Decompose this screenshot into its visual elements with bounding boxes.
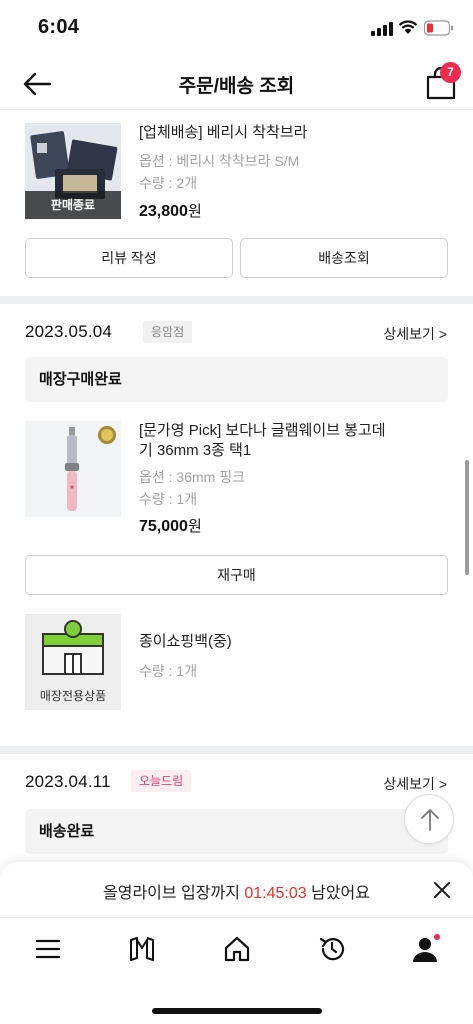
order-detail-link[interactable]: 상세보기 > bbox=[383, 774, 447, 794]
order-date: 2023.05.04 bbox=[25, 322, 113, 341]
product-quantity: 수량 : 1개 bbox=[139, 663, 198, 679]
curling-iron-image-icon bbox=[25, 421, 121, 517]
bottom-navigation bbox=[0, 918, 473, 988]
product-thumbnail[interactable]: 매장전용상품 bbox=[25, 614, 121, 710]
history-icon[interactable] bbox=[317, 934, 347, 964]
sold-out-label: 판매종료 bbox=[25, 191, 121, 219]
cellular-signal-icon bbox=[371, 22, 393, 36]
status-bar: 6:04 bbox=[0, 0, 473, 56]
store-only-label: 매장전용상품 bbox=[25, 682, 121, 710]
product-name[interactable]: [업체배송] 베리시 착착브라 bbox=[139, 123, 439, 143]
countdown-timer: 01:45:03 bbox=[244, 885, 307, 902]
product-thumbnail[interactable]: 판매종료 bbox=[25, 123, 121, 219]
product-thumbnail[interactable] bbox=[25, 421, 121, 517]
section-divider bbox=[0, 296, 473, 304]
order-date: 2023.04.11 bbox=[25, 772, 111, 791]
order-list[interactable]: 판매종료 [업체배송] 베리시 착착브라 옵션 : 베리시 착착브라 S/M 수… bbox=[0, 111, 473, 861]
menu-icon[interactable] bbox=[33, 934, 63, 964]
order-status: 배송완료 bbox=[25, 809, 448, 854]
home-icon[interactable] bbox=[222, 934, 252, 964]
write-review-button[interactable]: 리뷰 작성 bbox=[25, 238, 233, 278]
store-tag: 응암점 bbox=[143, 321, 193, 343]
product-option: 옵션 : 36mm 핑크 bbox=[139, 469, 245, 485]
product-quantity: 수량 : 2개 bbox=[139, 175, 198, 191]
live-countdown-text: 올영라이브 입장까지 01:45:03 남았어요 bbox=[103, 885, 370, 902]
order-detail-link[interactable]: 상세보기 > bbox=[383, 324, 447, 344]
section-divider bbox=[0, 746, 473, 754]
product-name[interactable]: [문가영 Pick] 보다나 글램웨이브 봉고데 기 36mm 3종 택1 bbox=[139, 421, 439, 461]
status-time: 6:04 bbox=[38, 16, 80, 38]
app-header: 주문/배송 조회 bbox=[0, 56, 473, 110]
rebuy-button[interactable]: 재구매 bbox=[25, 555, 448, 595]
product-price: 75,000원 bbox=[139, 518, 202, 535]
live-countdown-banner[interactable]: 올영라이브 입장까지 01:45:03 남았어요 bbox=[0, 862, 473, 918]
order-status: 매장구매완료 bbox=[25, 357, 448, 402]
arrow-up-icon bbox=[421, 809, 439, 831]
track-delivery-button[interactable]: 배송조회 bbox=[240, 238, 448, 278]
product-option: 옵션 : 베리시 착착브라 S/M bbox=[139, 153, 300, 169]
scroll-to-top-button[interactable] bbox=[404, 794, 454, 844]
home-indicator bbox=[152, 1008, 322, 1014]
scrollbar[interactable] bbox=[465, 460, 469, 575]
product-price: 23,800원 bbox=[139, 203, 202, 220]
my-page-icon[interactable] bbox=[411, 934, 441, 964]
close-icon[interactable] bbox=[432, 880, 452, 900]
page-title: 주문/배송 조회 bbox=[178, 76, 295, 97]
product-quantity: 수량 : 1개 bbox=[139, 491, 198, 507]
cart-count-badge: 7 bbox=[440, 62, 461, 83]
wifi-icon bbox=[398, 20, 418, 34]
product-name[interactable]: 종이쇼핑백(중) bbox=[139, 632, 439, 652]
battery-icon bbox=[424, 20, 453, 36]
delivery-type-tag: 오늘드림 bbox=[131, 770, 192, 792]
brand-icon[interactable] bbox=[127, 934, 157, 964]
